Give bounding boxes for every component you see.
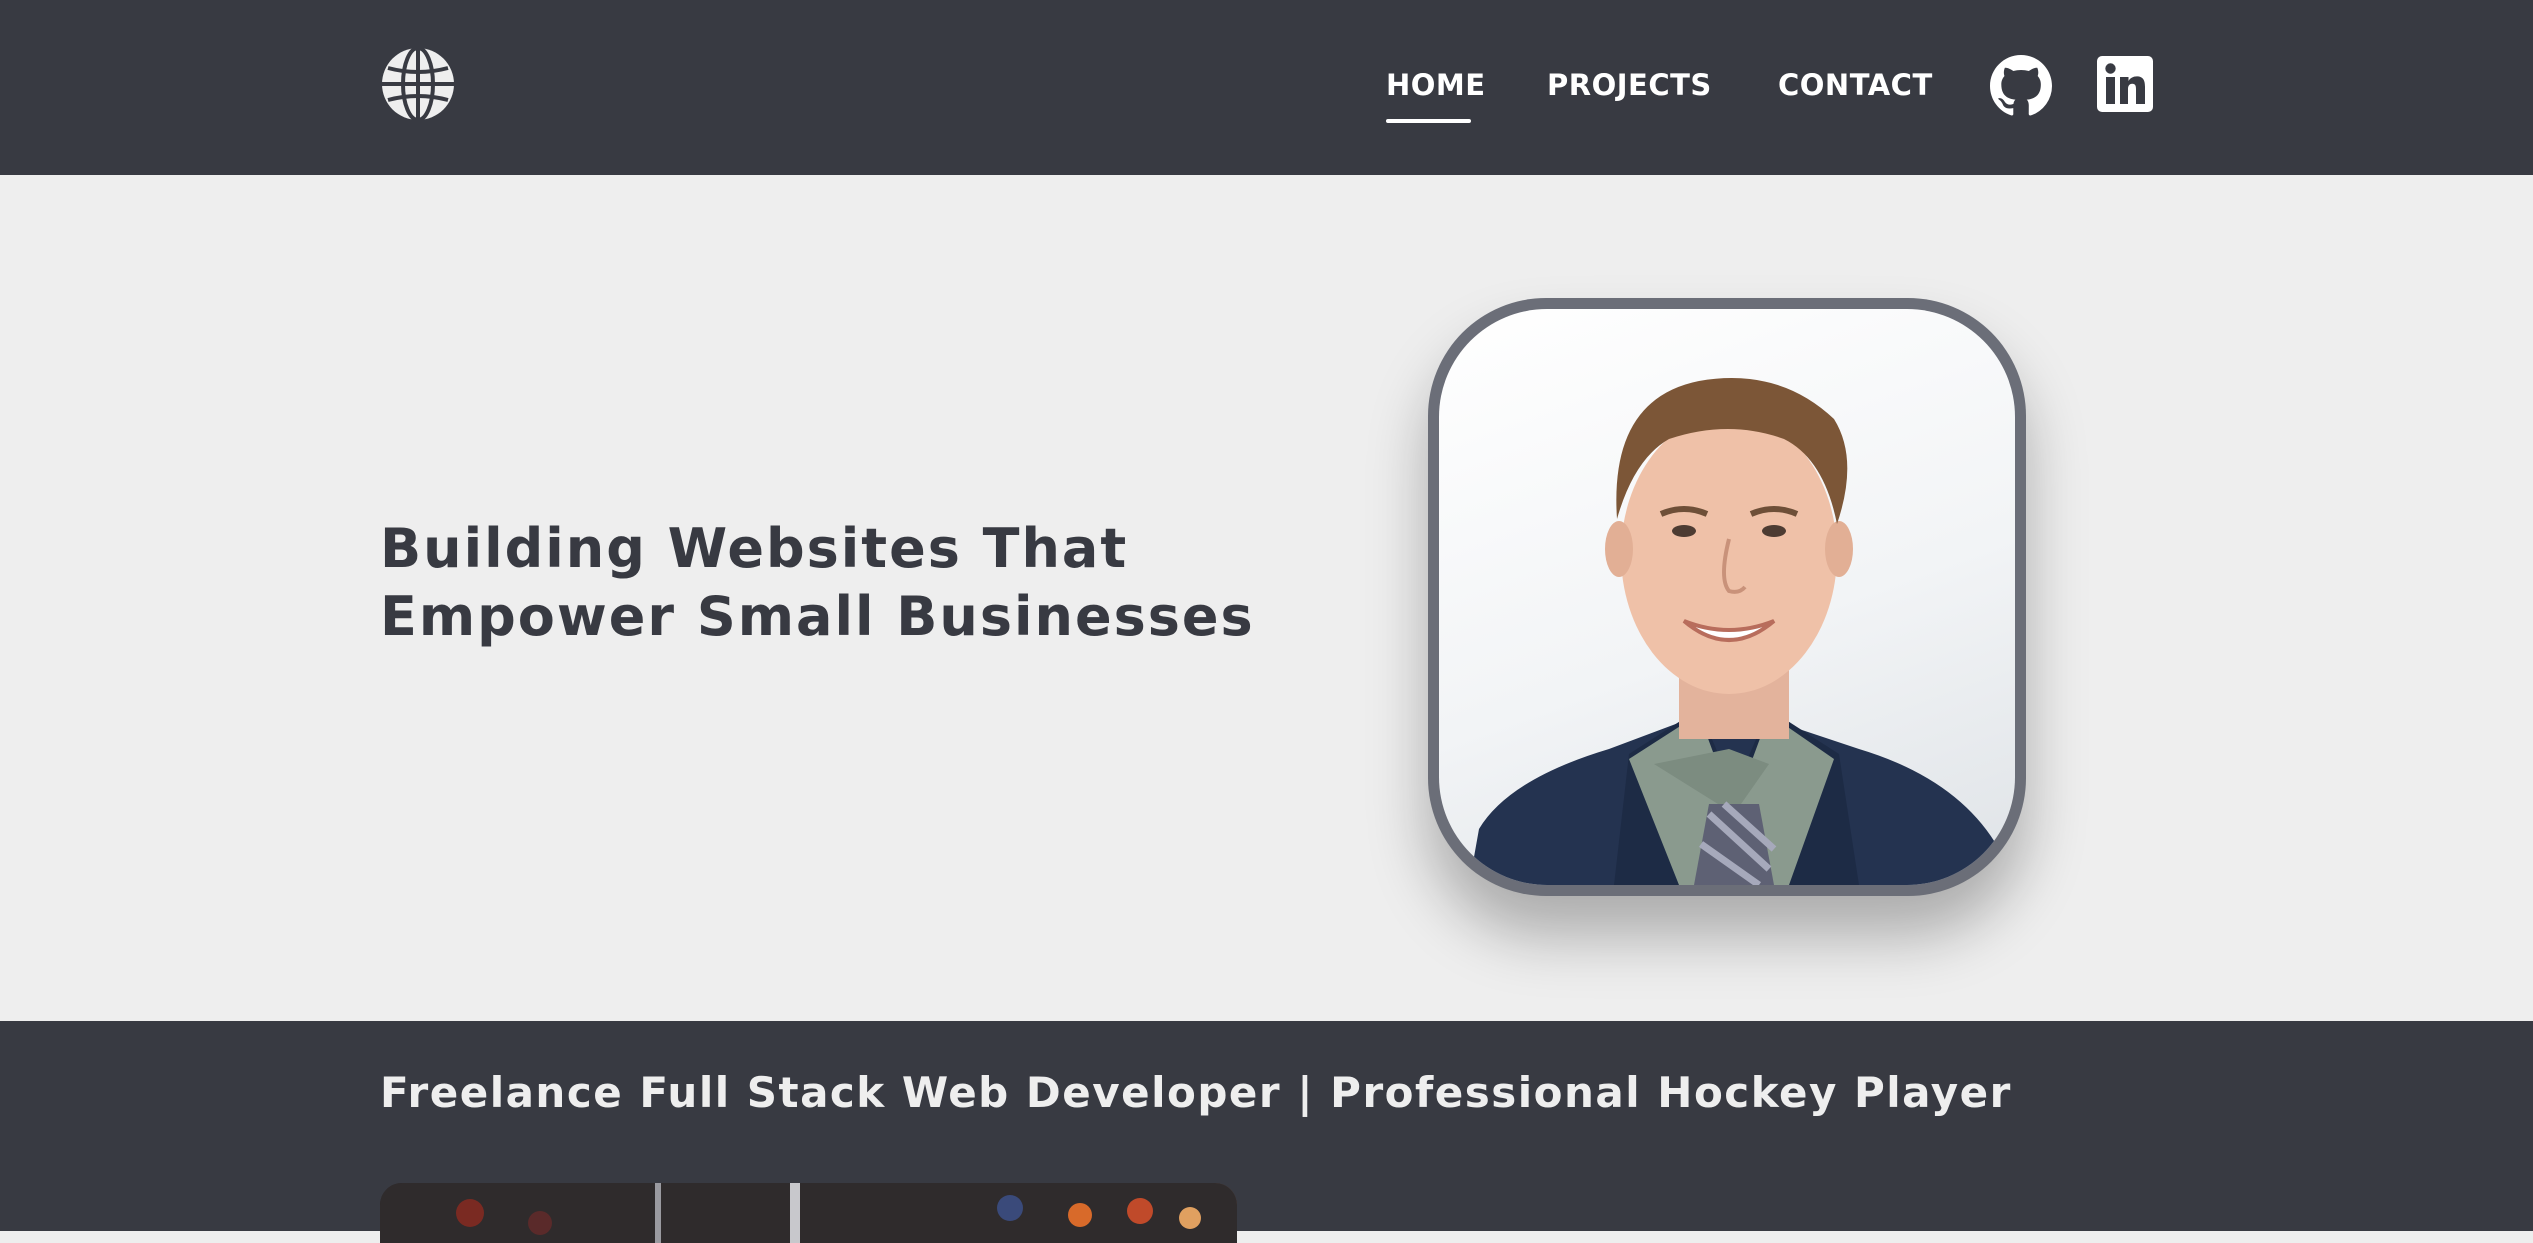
github-icon[interactable] (1990, 55, 2052, 117)
portrait-photo (1439, 309, 2015, 885)
site-header: HOME PROJECTS CONTACT (0, 0, 2533, 175)
nav-home[interactable]: HOME (1386, 68, 1486, 102)
nav-contact[interactable]: CONTACT (1778, 68, 1933, 102)
hockey-photo-preview (380, 1183, 1237, 1243)
hero-title-line-1: Building Websites That (380, 517, 1129, 580)
portrait-illustration (1469, 378, 2015, 885)
active-nav-underline (1386, 119, 1471, 123)
linkedin-icon[interactable] (2097, 56, 2153, 112)
tagline: Freelance Full Stack Web Developer | Pro… (380, 1068, 2012, 1117)
hero-title-line-2: Empower Small Businesses (380, 585, 1255, 648)
portrait-frame (1428, 298, 2026, 896)
hero-title: Building Websites That Empower Small Bus… (380, 515, 1280, 651)
hockey-photo (380, 1183, 1237, 1243)
nav-projects[interactable]: PROJECTS (1547, 68, 1712, 102)
main-nav: HOME PROJECTS CONTACT (0, 68, 2533, 128)
